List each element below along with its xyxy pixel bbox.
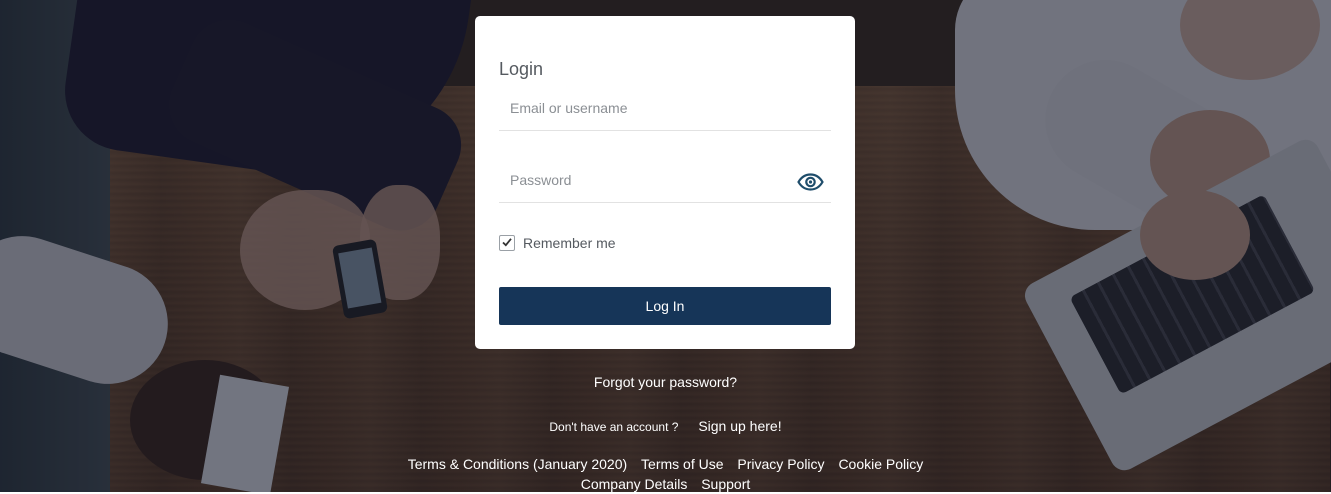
footer-link-terms-conditions[interactable]: Terms & Conditions (January 2020) [408,456,627,472]
login-card: Login Email or username Password Remembe… [475,16,855,349]
footer-link-privacy-policy[interactable]: Privacy Policy [737,456,824,472]
signup-row: Don't have an account ? Sign up here! [0,418,1331,434]
forgot-password-row: Forgot your password? [0,374,1331,390]
footer-link-terms-of-use[interactable]: Terms of Use [641,456,723,472]
login-title: Login [499,59,544,79]
password-placeholder[interactable]: Password [510,172,571,188]
footer-link-company-details[interactable]: Company Details [581,476,688,492]
signup-link[interactable]: Sign up here! [698,418,781,434]
forgot-password-link[interactable]: Forgot your password? [594,374,737,390]
checkmark-icon [502,238,512,247]
password-field[interactable]: Password [499,162,831,203]
footer-link-support[interactable]: Support [701,476,750,492]
footer-link-cookie-policy[interactable]: Cookie Policy [838,456,923,472]
remember-me[interactable]: Remember me [499,235,616,251]
no-account-text: Don't have an account ? [549,420,679,434]
remember-me-label[interactable]: Remember me [523,235,616,251]
footer-links: Terms & Conditions (January 2020) Terms … [0,454,1331,494]
email-placeholder[interactable]: Email or username [510,100,628,116]
email-field[interactable]: Email or username [499,90,831,131]
footer-row-2: Company Details Support [0,474,1331,494]
footer-row-1: Terms & Conditions (January 2020) Terms … [0,454,1331,474]
remember-me-checkbox[interactable] [499,235,515,251]
login-button[interactable]: Log In [499,287,831,325]
eye-icon[interactable] [797,173,824,191]
